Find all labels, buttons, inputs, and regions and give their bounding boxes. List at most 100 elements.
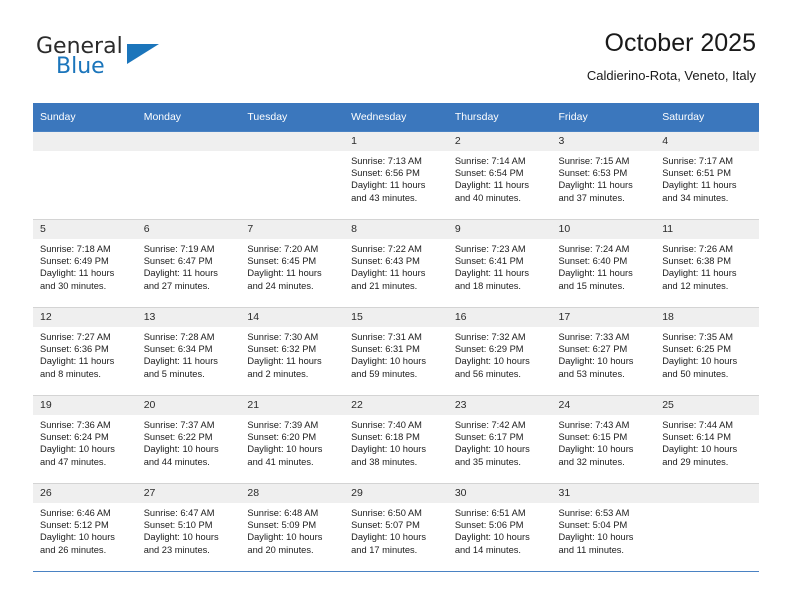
day-cell[interactable]: 5 Sunrise: 7:18 AM Sunset: 6:49 PM Dayli… <box>33 219 137 308</box>
sunrise-text: Sunrise: 7:31 AM <box>351 332 422 342</box>
daylight-text-line2: and 2 minutes. <box>247 368 309 379</box>
day-cell[interactable]: 20 Sunrise: 7:37 AM Sunset: 6:22 PM Dayl… <box>136 395 241 484</box>
weekday-header-monday: Monday <box>136 103 241 132</box>
sunset-text: Sunset: 6:43 PM <box>351 256 420 267</box>
sunrise-text: Sunrise: 7:28 AM <box>143 332 215 342</box>
day-cell[interactable]: 23 Sunrise: 7:42 AM Sunset: 6:17 PM Dayl… <box>447 395 552 484</box>
sunset-text: Sunset: 6:18 PM <box>351 432 420 443</box>
day-cell[interactable]: 4 Sunrise: 7:17 AM Sunset: 6:51 PM Dayli… <box>655 131 759 220</box>
day-cell[interactable]: 18 Sunrise: 7:35 AM Sunset: 6:25 PM Dayl… <box>655 307 759 396</box>
day-cell[interactable]: 17 Sunrise: 7:33 AM Sunset: 6:27 PM Dayl… <box>551 307 656 396</box>
day-details: Sunrise: 7:40 AM Sunset: 6:18 PM Dayligh… <box>344 415 448 468</box>
daylight-text-line2: and 40 minutes. <box>454 192 521 203</box>
logo[interactable]: General Blue <box>36 34 236 84</box>
day-cell[interactable]: 31 Sunrise: 6:53 AM Sunset: 5:04 PM Dayl… <box>551 483 656 572</box>
page-header: General Blue October 2025 Caldierino-Rot… <box>0 0 792 96</box>
day-cell[interactable]: 24 Sunrise: 7:43 AM Sunset: 6:15 PM Dayl… <box>551 395 656 484</box>
day-cell[interactable]: 13 Sunrise: 7:28 AM Sunset: 6:34 PM Dayl… <box>136 307 241 396</box>
day-cell[interactable]: 14 Sunrise: 7:30 AM Sunset: 6:32 PM Dayl… <box>240 307 345 396</box>
day-number: 17 <box>551 308 656 327</box>
sunrise-text: Sunrise: 6:48 AM <box>247 508 319 518</box>
day-cell[interactable]: 12 Sunrise: 7:27 AM Sunset: 6:36 PM Dayl… <box>33 307 137 396</box>
sunset-text: Sunset: 6:56 PM <box>351 168 420 179</box>
sunset-text: Sunset: 6:34 PM <box>143 344 213 355</box>
sunset-text: Sunset: 6:49 PM <box>40 256 109 267</box>
sunset-text: Sunset: 6:17 PM <box>454 432 524 443</box>
day-number: 12 <box>33 308 137 327</box>
day-cell[interactable]: 8 Sunrise: 7:22 AM Sunset: 6:43 PM Dayli… <box>344 219 448 308</box>
calendar-week-row: 12 Sunrise: 7:27 AM Sunset: 6:36 PM Dayl… <box>33 307 759 396</box>
sunset-text: Sunset: 5:06 PM <box>454 520 524 531</box>
daylight-text-line1: Daylight: 11 hours <box>351 268 426 279</box>
day-details: Sunrise: 7:39 AM Sunset: 6:20 PM Dayligh… <box>240 415 344 468</box>
page-subtitle: Caldierino-Rota, Veneto, Italy <box>586 68 756 83</box>
day-number: 3 <box>551 132 656 151</box>
daylight-text-line2: and 18 minutes. <box>454 280 521 291</box>
daylight-text-line1: Daylight: 11 hours <box>40 268 115 279</box>
daylight-text-line2: and 38 minutes. <box>351 456 418 467</box>
day-cell[interactable]: 29 Sunrise: 6:50 AM Sunset: 5:07 PM Dayl… <box>344 483 448 572</box>
daylight-text-line2: and 43 minutes. <box>351 192 418 203</box>
daylight-text-line1: Daylight: 11 hours <box>662 180 737 191</box>
daylight-text-line1: Daylight: 10 hours <box>558 532 634 543</box>
daylight-text-line1: Daylight: 11 hours <box>143 356 218 367</box>
sunrise-text: Sunrise: 7:36 AM <box>40 420 111 430</box>
day-details: Sunrise: 7:43 AM Sunset: 6:15 PM Dayligh… <box>552 415 656 468</box>
daylight-text-line2: and 11 minutes. <box>558 544 624 555</box>
sunrise-text: Sunrise: 7:39 AM <box>247 420 319 430</box>
day-number <box>33 132 137 151</box>
day-number: 6 <box>136 220 241 239</box>
day-cell[interactable]: 22 Sunrise: 7:40 AM Sunset: 6:18 PM Dayl… <box>344 395 448 484</box>
day-cell[interactable]: 27 Sunrise: 6:47 AM Sunset: 5:10 PM Dayl… <box>136 483 241 572</box>
day-cell[interactable]: 7 Sunrise: 7:20 AM Sunset: 6:45 PM Dayli… <box>240 219 345 308</box>
day-number: 30 <box>447 484 552 503</box>
day-cell[interactable]: 30 Sunrise: 6:51 AM Sunset: 5:06 PM Dayl… <box>447 483 552 572</box>
day-number: 10 <box>551 220 656 239</box>
day-details: Sunrise: 6:53 AM Sunset: 5:04 PM Dayligh… <box>552 503 656 556</box>
day-cell[interactable]: 19 Sunrise: 7:36 AM Sunset: 6:24 PM Dayl… <box>33 395 137 484</box>
day-cell[interactable]: 11 Sunrise: 7:26 AM Sunset: 6:38 PM Dayl… <box>655 219 759 308</box>
daylight-text-line2: and 29 minutes. <box>662 456 729 467</box>
day-cell[interactable]: 28 Sunrise: 6:48 AM Sunset: 5:09 PM Dayl… <box>240 483 345 572</box>
day-details: Sunrise: 7:22 AM Sunset: 6:43 PM Dayligh… <box>344 239 448 292</box>
daylight-text-line2: and 23 minutes. <box>143 544 210 555</box>
daylight-text-line2: and 15 minutes. <box>558 280 625 291</box>
day-number: 23 <box>447 396 552 415</box>
day-cell[interactable]: 25 Sunrise: 7:44 AM Sunset: 6:14 PM Dayl… <box>655 395 759 484</box>
day-cell[interactable]: 21 Sunrise: 7:39 AM Sunset: 6:20 PM Dayl… <box>240 395 345 484</box>
day-cell[interactable]: 3 Sunrise: 7:15 AM Sunset: 6:53 PM Dayli… <box>551 131 656 220</box>
weekday-header-saturday: Saturday <box>655 103 759 132</box>
sunrise-text: Sunrise: 7:42 AM <box>454 420 526 430</box>
daylight-text-line1: Daylight: 11 hours <box>40 356 115 367</box>
daylight-text-line1: Daylight: 11 hours <box>247 268 322 279</box>
day-details: Sunrise: 7:23 AM Sunset: 6:41 PM Dayligh… <box>448 239 552 292</box>
day-number: 5 <box>33 220 137 239</box>
sunrise-text: Sunrise: 7:33 AM <box>558 332 630 342</box>
daylight-text-line2: and 14 minutes. <box>454 544 521 555</box>
sunrise-text: Sunrise: 7:32 AM <box>454 332 526 342</box>
day-number <box>655 484 759 503</box>
day-number: 29 <box>344 484 448 503</box>
day-cell[interactable]: 2 Sunrise: 7:14 AM Sunset: 6:54 PM Dayli… <box>447 131 552 220</box>
day-cell[interactable]: 16 Sunrise: 7:32 AM Sunset: 6:29 PM Dayl… <box>447 307 552 396</box>
day-cell[interactable]: 10 Sunrise: 7:24 AM Sunset: 6:40 PM Dayl… <box>551 219 656 308</box>
triangle-logo-icon <box>127 44 159 64</box>
day-number: 2 <box>447 132 552 151</box>
sunrise-text: Sunrise: 7:22 AM <box>351 244 422 254</box>
daylight-text-line1: Daylight: 10 hours <box>454 532 530 543</box>
sunset-text: Sunset: 6:29 PM <box>454 344 524 355</box>
sunrise-text: Sunrise: 7:20 AM <box>247 244 319 254</box>
sunset-text: Sunset: 6:38 PM <box>662 256 731 267</box>
day-cell[interactable]: 9 Sunrise: 7:23 AM Sunset: 6:41 PM Dayli… <box>447 219 552 308</box>
daylight-text-line2: and 12 minutes. <box>662 280 729 291</box>
calendar-week-row: 5 Sunrise: 7:18 AM Sunset: 6:49 PM Dayli… <box>33 219 759 308</box>
page-title: October 2025 <box>604 29 757 57</box>
day-cell[interactable]: 1 Sunrise: 7:13 AM Sunset: 6:56 PM Dayli… <box>344 131 448 220</box>
daylight-text-line1: Daylight: 11 hours <box>558 268 633 279</box>
sunrise-text: Sunrise: 7:37 AM <box>143 420 215 430</box>
daylight-text-line1: Daylight: 10 hours <box>40 444 115 455</box>
day-cell[interactable]: 15 Sunrise: 7:31 AM Sunset: 6:31 PM Dayl… <box>344 307 448 396</box>
day-number: 11 <box>655 220 759 239</box>
day-cell[interactable]: 26 Sunrise: 6:46 AM Sunset: 5:12 PM Dayl… <box>33 483 137 572</box>
day-cell[interactable]: 6 Sunrise: 7:19 AM Sunset: 6:47 PM Dayli… <box>136 219 241 308</box>
